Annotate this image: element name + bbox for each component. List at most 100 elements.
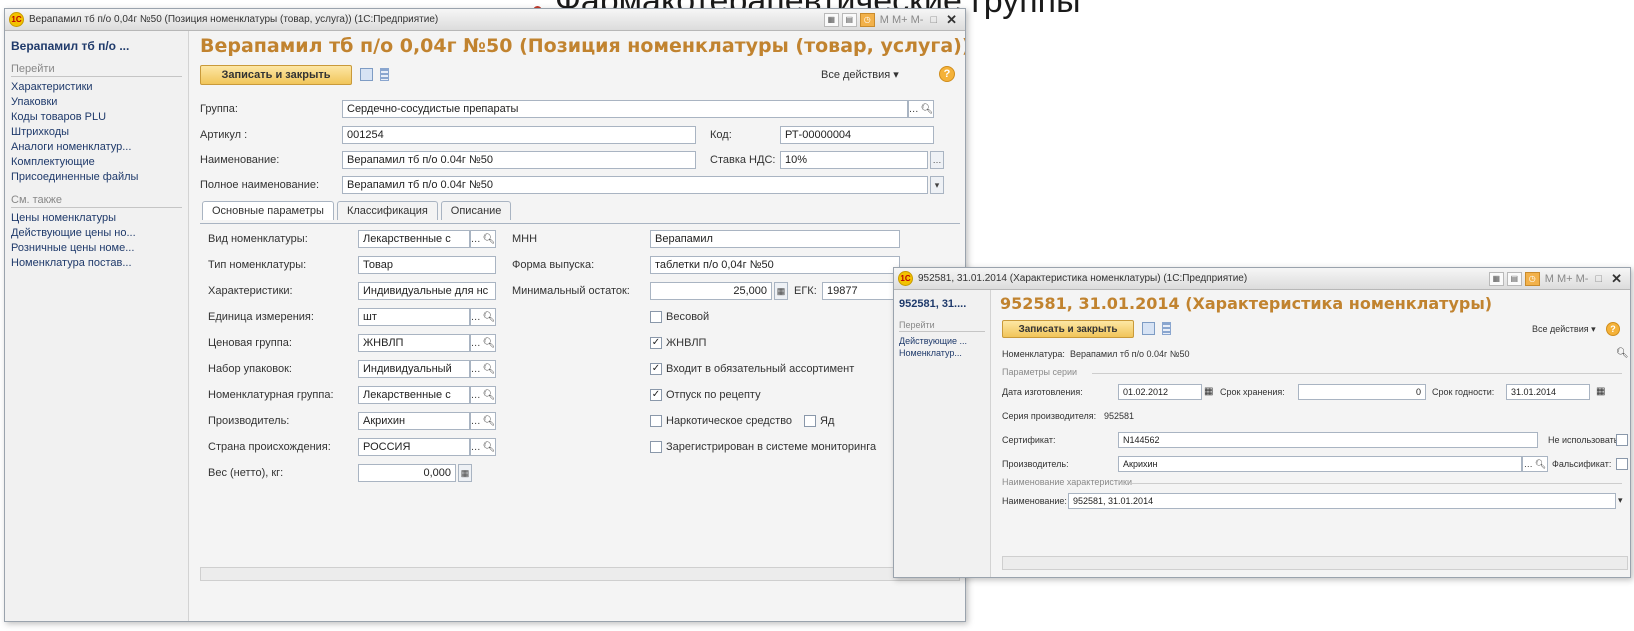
close-icon[interactable]: ✕ <box>1607 271 1626 287</box>
tab-description[interactable]: Описание <box>440 201 512 220</box>
char-name-field[interactable]: 952581, 31.01.2014 <box>1068 493 1616 509</box>
storage-term-field[interactable]: 0 <box>1298 384 1426 400</box>
article-field[interactable]: 001254 <box>342 126 696 144</box>
history-icon[interactable]: ◷ <box>859 12 875 27</box>
do-not-use-checkbox[interactable] <box>1616 434 1628 446</box>
horizontal-scrollbar[interactable] <box>1002 556 1628 570</box>
producer-select-button[interactable]: … 🔍︎ <box>1522 456 1548 472</box>
grid-icon[interactable]: ▦ <box>1488 271 1504 286</box>
vital-drugs-checkbox[interactable]: ✓ ЖНВЛП <box>650 337 706 349</box>
monitoring-checkbox[interactable]: Зарегистрирован в системе мониторинга <box>650 441 876 453</box>
country-select-button[interactable]: … 🔍︎ <box>470 438 496 456</box>
sidebar-item[interactable]: Присоединенные файлы <box>11 170 182 185</box>
checkbox-box[interactable] <box>650 415 662 427</box>
group-select-button[interactable]: … 🔍︎ <box>908 100 934 118</box>
sidebar-item[interactable]: Номенклатура постав... <box>11 256 182 271</box>
sidebar-item[interactable]: Характеристики <box>11 80 182 95</box>
list-icon[interactable] <box>380 68 389 81</box>
save-close-button[interactable]: Записать и закрыть <box>200 65 352 85</box>
price-group-select-button[interactable]: … 🔍︎ <box>470 334 496 352</box>
vat-field[interactable]: 10% <box>780 151 928 169</box>
storage-term-label: Срок хранения: <box>1220 387 1285 397</box>
calendar-icon[interactable]: ▦ <box>1596 386 1605 397</box>
characteristics-field[interactable]: Индивидуальные для нс <box>358 282 496 300</box>
sidebar-item[interactable]: Номенклатур... <box>899 347 985 359</box>
checkbox-box[interactable]: ✓ <box>650 363 662 375</box>
search-icon[interactable]: 🔍︎ <box>1616 348 1629 359</box>
tab-classification[interactable]: Классификация <box>336 201 438 220</box>
nom-group-field[interactable]: Лекарственные с <box>358 386 470 404</box>
name-group-label: Наименование характеристики <box>1002 477 1133 487</box>
calendar-icon[interactable]: ▤ <box>841 12 857 27</box>
falsified-checkbox[interactable] <box>1616 458 1628 470</box>
all-actions-menu[interactable]: Все действия ▾ <box>821 68 899 81</box>
mfg-date-field[interactable]: 01.02.2012 <box>1118 384 1202 400</box>
weight-checkbox[interactable]: Весовой <box>650 311 709 323</box>
mnn-field[interactable]: Верапамил <box>650 230 900 248</box>
dropdown-icon[interactable]: ▾ <box>1618 495 1623 506</box>
nom-group-select-button[interactable]: … 🔍︎ <box>470 386 496 404</box>
kind-field[interactable]: Лекарственные с <box>358 230 470 248</box>
code-field[interactable]: РТ-00000004 <box>780 126 934 144</box>
maximize-icon[interactable]: □ <box>928 14 939 26</box>
producer-field[interactable]: Акрихин <box>1118 456 1522 472</box>
sidebar-item[interactable]: Цены номенклатуры <box>11 211 182 226</box>
release-form-field[interactable]: таблетки п/о 0,04г №50 <box>650 256 900 274</box>
country-field[interactable]: РОССИЯ <box>358 438 470 456</box>
calculator-icon[interactable]: ▦ <box>458 464 472 482</box>
calculator-icon[interactable]: ▦ <box>774 282 788 300</box>
price-group-field[interactable]: ЖНВЛП <box>358 334 470 352</box>
narcotic-checkbox[interactable]: Наркотическое средство Яд <box>650 415 834 427</box>
sidebar-item[interactable]: Упаковки <box>11 95 182 110</box>
sidebar-item[interactable]: Коды товаров PLU <box>11 110 182 125</box>
checkbox-box[interactable]: ✓ <box>650 389 662 401</box>
calendar-icon[interactable]: ▤ <box>1506 271 1522 286</box>
packages-select-button[interactable]: … 🔍︎ <box>470 360 496 378</box>
name-field[interactable]: Верапамил тб п/о 0.04г №50 <box>342 151 696 169</box>
mandatory-assortment-checkbox[interactable]: ✓ Входит в обязательный ассортимент <box>650 363 854 375</box>
manufacturer-select-button[interactable]: … 🔍︎ <box>470 412 496 430</box>
unit-field[interactable]: шт <box>358 308 470 326</box>
tab-main-params[interactable]: Основные параметры <box>202 201 334 220</box>
expiry-date-field[interactable]: 31.01.2014 <box>1506 384 1590 400</box>
maximize-icon[interactable]: □ <box>1593 273 1604 285</box>
calendar-icon[interactable]: ▦ <box>1204 386 1213 397</box>
group-field[interactable]: Сердечно-сосудистые препараты <box>342 100 908 118</box>
sidebar-item[interactable]: Аналоги номенклатур... <box>11 140 182 155</box>
all-actions-menu[interactable]: Все действия ▾ <box>1532 324 1596 335</box>
fullname-dropdown-button[interactable]: ▾ <box>930 176 944 194</box>
prescription-checkbox[interactable]: ✓ Отпуск по рецепту <box>650 389 761 401</box>
history-icon[interactable]: ◷ <box>1524 271 1540 286</box>
fullname-field[interactable]: Верапамил тб п/о 0.04г №50 <box>342 176 928 194</box>
help-icon[interactable]: ? <box>939 66 955 82</box>
vat-select-button[interactable]: … <box>930 151 944 169</box>
sidebar-item[interactable]: Штрихкоды <box>11 125 182 140</box>
kind-select-button[interactable]: … 🔍︎ <box>470 230 496 248</box>
form-title: 952581, 31.01.2014 (Характеристика номен… <box>1000 294 1493 313</box>
save-close-button[interactable]: Записать и закрыть <box>1002 320 1134 338</box>
sidebar-item[interactable]: Розничные цены номе... <box>11 241 182 256</box>
sidebar-item[interactable]: Действующие цены но... <box>11 226 182 241</box>
type-field[interactable]: Товар <box>358 256 496 274</box>
grid-icon[interactable]: ▦ <box>823 12 839 27</box>
sidebar: Верапамил тб п/о ... Перейти Характерист… <box>5 31 189 621</box>
save-icon[interactable] <box>1142 322 1155 335</box>
manufacturer-field[interactable]: Акрихин <box>358 412 470 430</box>
checkbox-box[interactable]: ✓ <box>650 337 662 349</box>
checkbox-box[interactable] <box>650 311 662 323</box>
min-stock-field[interactable]: 25,000 <box>650 282 772 300</box>
help-icon[interactable]: ? <box>1606 322 1620 336</box>
weight-field[interactable]: 0,000 <box>358 464 456 482</box>
sidebar-item[interactable]: Комплектующие <box>11 155 182 170</box>
list-icon[interactable] <box>1162 322 1171 335</box>
horizontal-scrollbar[interactable] <box>200 567 960 581</box>
unit-select-button[interactable]: … 🔍︎ <box>470 308 496 326</box>
packages-field[interactable]: Индивидуальный <box>358 360 470 378</box>
egk-field[interactable]: 19877 <box>822 282 900 300</box>
sidebar-item[interactable]: Действующие ... <box>899 335 985 347</box>
close-icon[interactable]: ✕ <box>942 12 961 28</box>
poison-checkbox[interactable] <box>804 415 817 427</box>
certificate-field[interactable]: N144562 <box>1118 432 1538 448</box>
checkbox-box[interactable] <box>650 441 662 453</box>
save-icon[interactable] <box>360 68 373 81</box>
